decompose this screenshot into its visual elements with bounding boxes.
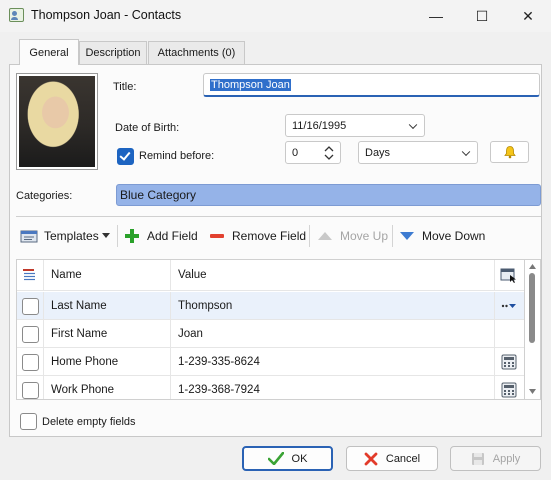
triangle-down-icon <box>400 232 414 240</box>
dob-label: Date of Birth: <box>115 122 180 134</box>
tab-attachments[interactable]: Attachments (0) <box>148 41 245 64</box>
remind-unit-select[interactable]: Days <box>358 141 478 164</box>
dropdown-arrow-icon <box>101 233 110 238</box>
window-title: Thompson Joan - Contacts <box>31 8 182 22</box>
checkmark-icon <box>267 452 284 465</box>
field-name: Home Phone <box>51 355 119 368</box>
grid-options-icon[interactable] <box>22 260 42 290</box>
remind-count-value: 0 <box>292 146 299 159</box>
toolbar-separator <box>117 225 118 247</box>
close-button[interactable]: ✕ <box>505 0 551 32</box>
remove-field-label: Remove Field <box>232 229 307 243</box>
scroll-down-icon[interactable] <box>529 389 536 394</box>
contact-photo[interactable] <box>16 73 98 170</box>
column-header-name[interactable]: Name <box>51 260 82 290</box>
dob-picker[interactable]: 11/16/1995 <box>285 114 425 137</box>
bell-icon <box>503 146 516 159</box>
phone-calculator-icon[interactable] <box>501 348 517 375</box>
field-name: First Name <box>51 327 108 340</box>
grid-scrollbar[interactable] <box>525 259 541 400</box>
column-chooser-icon[interactable] <box>500 260 518 290</box>
remind-checkbox[interactable] <box>117 148 134 165</box>
templates-label: Templates <box>44 229 99 243</box>
remind-count-stepper[interactable]: 0 <box>285 141 341 164</box>
toolbar-separator <box>392 225 393 247</box>
cancel-button[interactable]: Cancel <box>346 446 438 471</box>
add-field-label: Add Field <box>147 229 198 243</box>
category-field[interactable]: Blue Category <box>116 184 541 206</box>
grid-header: Name Value <box>17 260 524 291</box>
tab-description[interactable]: Description <box>79 41 147 64</box>
remind-unit-value: Days <box>365 146 391 159</box>
cancel-label: Cancel <box>385 452 421 465</box>
row-checkbox[interactable] <box>22 354 39 371</box>
field-value[interactable]: 1-239-335-8624 <box>178 348 260 375</box>
apply-button[interactable]: Apply <box>450 446 541 471</box>
chevron-down-icon <box>408 120 418 129</box>
move-up-button[interactable]: Move Up <box>317 226 388 246</box>
table-row[interactable]: Home Phone 1-239-335-8624 <box>17 348 524 376</box>
table-row[interactable]: Work Phone 1-239-368-7924 <box>17 376 524 399</box>
delete-empty-label: Delete empty fields <box>42 416 136 428</box>
tab-general[interactable]: General <box>19 39 79 65</box>
scrollbar-thumb[interactable] <box>529 273 535 343</box>
title-value: Thompson Joan <box>210 78 291 91</box>
fields-grid: Name Value Last Name Thompson First Name… <box>16 259 525 400</box>
maximize-button[interactable]: ☐ <box>459 0 505 32</box>
field-value[interactable]: Joan <box>178 320 203 347</box>
add-field-button[interactable]: Add Field <box>125 226 198 246</box>
remove-field-button[interactable]: Remove Field <box>209 226 306 246</box>
table-row[interactable]: First Name Joan <box>17 320 524 348</box>
column-header-value[interactable]: Value <box>178 260 207 290</box>
minimize-button[interactable]: — <box>413 0 459 32</box>
triangle-up-icon <box>318 232 332 240</box>
field-value[interactable]: Thompson <box>178 292 232 319</box>
categories-label: Categories: <box>16 190 73 202</box>
divider <box>16 216 541 217</box>
scroll-up-icon[interactable] <box>529 264 536 269</box>
remind-label: Remind before: <box>139 150 215 162</box>
field-name: Last Name <box>51 299 107 312</box>
toolbar-separator <box>309 225 310 247</box>
plus-icon <box>125 229 139 243</box>
move-down-label: Move Down <box>422 229 486 243</box>
phone-calculator-icon[interactable] <box>501 376 517 399</box>
ok-button[interactable]: OK <box>242 446 333 471</box>
move-down-button[interactable]: Move Down <box>399 226 485 246</box>
stepper-arrows-icon[interactable] <box>324 145 334 161</box>
save-icon <box>471 452 484 465</box>
dob-value: 11/16/1995 <box>292 119 347 132</box>
title-input[interactable]: Thompson Joan <box>203 73 540 97</box>
row-checkbox[interactable] <box>22 298 39 315</box>
title-label: Title: <box>113 81 137 93</box>
field-value[interactable]: 1-239-368-7924 <box>178 376 260 399</box>
reminder-bell-button[interactable] <box>490 141 529 163</box>
field-name: Work Phone <box>51 383 115 396</box>
row-checkbox[interactable] <box>22 382 39 399</box>
cross-icon <box>364 452 378 465</box>
apply-label: Apply <box>492 452 521 465</box>
templates-icon <box>20 230 38 243</box>
row-menu-icon[interactable] <box>501 292 517 319</box>
row-checkbox[interactable] <box>22 326 39 343</box>
contact-card-icon <box>9 8 24 22</box>
templates-button[interactable]: Templates <box>20 226 110 246</box>
chevron-down-icon <box>461 147 471 156</box>
ok-label: OK <box>291 452 308 465</box>
table-row[interactable]: Last Name Thompson <box>17 292 524 320</box>
minus-icon <box>210 234 224 238</box>
move-up-label: Move Up <box>340 229 389 243</box>
delete-empty-checkbox[interactable] <box>20 413 37 430</box>
